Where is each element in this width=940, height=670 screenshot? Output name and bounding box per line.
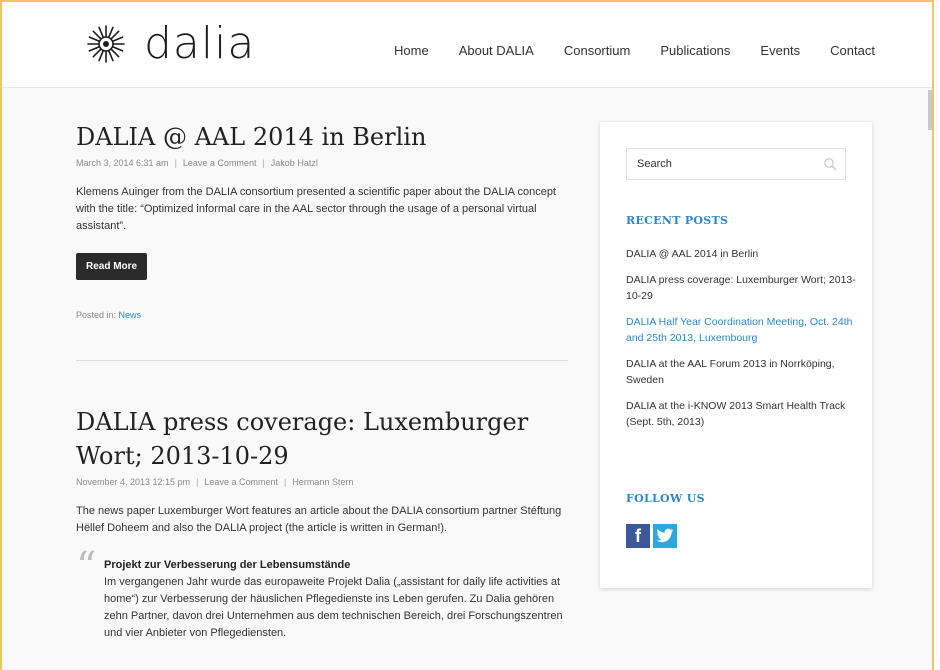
search-icon[interactable] [823, 157, 837, 171]
sunburst-logo-icon [87, 25, 125, 63]
recent-post-link[interactable]: DALIA press coverage: Luxemburger Wort; … [626, 272, 856, 304]
meta-separator: | [283, 477, 287, 487]
leave-comment-link[interactable]: Leave a Comment [204, 477, 278, 487]
category-link-news[interactable]: News [119, 310, 142, 320]
nav-consortium[interactable]: Consortium [564, 43, 630, 58]
post-title[interactable]: DALIA press coverage: Luxemburger Wort; … [76, 405, 568, 473]
facebook-icon[interactable]: f [626, 524, 650, 548]
recent-posts-title: RECENT POSTS [626, 214, 729, 227]
post-excerpt: The news paper Luxemburger Wort features… [76, 505, 562, 534]
sidebar: RECENT POSTS DALIA @ AAL 2014 in Berlin … [600, 122, 872, 588]
recent-posts-list: DALIA @ AAL 2014 in Berlin DALIA press c… [626, 246, 856, 440]
nav-home[interactable]: Home [394, 43, 429, 58]
meta-separator: | [196, 477, 199, 487]
site-logo[interactable]: dalia [86, 22, 255, 66]
follow-us-title: FOLLOW US [626, 492, 705, 505]
recent-post-link[interactable]: DALIA at the AAL Forum 2013 in Norrköpin… [626, 356, 856, 388]
post-2: DALIA press coverage: Luxemburger Wort; … [76, 405, 568, 642]
main-nav: Home About DALIA Consortium Publications… [394, 43, 905, 58]
post-date[interactable]: November 4, 2013 12:15 pm [76, 477, 190, 487]
twitter-bird-icon [656, 528, 674, 543]
post-author[interactable]: Jakob Hatzl [271, 158, 318, 168]
leave-comment-link[interactable]: Leave a Comment [183, 158, 257, 168]
quote-mark-icon: “ [76, 544, 97, 590]
site-header: dalia Home About DALIA Consortium Public… [2, 2, 932, 88]
post-1: DALIA @ AAL 2014 in Berlin March 3, 2014… [76, 120, 568, 320]
posted-in-label: Posted in: [76, 310, 117, 320]
nav-about[interactable]: About DALIA [459, 43, 534, 58]
post-meta: November 4, 2013 12:15 pm | Leave a Commen… [76, 477, 568, 487]
recent-post-link[interactable]: DALIA @ AAL 2014 in Berlin [626, 246, 856, 262]
browser-viewport: dalia Home About DALIA Consortium Public… [0, 0, 934, 670]
twitter-icon[interactable] [653, 524, 677, 548]
quote-title: Projekt zur Verbesserung der Lebensumstä… [104, 559, 351, 571]
recent-post-link[interactable]: DALIA at the i-KNOW 2013 Smart Health Tr… [626, 398, 856, 430]
article-quote: “ Projekt zur Verbesserung der Lebensums… [76, 547, 568, 642]
meta-separator: | [174, 158, 177, 168]
post-meta: March 3, 2014 6:31 am | Leave a Comment | Ja… [76, 158, 568, 168]
quote-body: Im vergangenen Jahr wurde das europaweit… [104, 576, 563, 639]
scrollbar-thumb[interactable] [928, 90, 932, 130]
read-more-button[interactable]: Read More [76, 253, 148, 280]
search-input[interactable] [627, 149, 817, 179]
nav-contact[interactable]: Contact [830, 43, 875, 58]
nav-publications[interactable]: Publications [660, 43, 730, 58]
logo-wordmark: dalia [144, 18, 256, 69]
social-links: f [626, 524, 677, 548]
meta-separator: | [262, 158, 265, 168]
recent-post-link[interactable]: DALIA Half Year Coordination Meeting, Oc… [626, 314, 856, 346]
main-content: DALIA @ AAL 2014 in Berlin March 3, 2014… [76, 120, 568, 642]
post-title[interactable]: DALIA @ AAL 2014 in Berlin [76, 120, 568, 154]
post-date[interactable]: March 3, 2014 6:31 am [76, 158, 169, 168]
post-author[interactable]: Hermann Stern [292, 477, 353, 487]
posted-in: Posted in: News [76, 310, 568, 320]
nav-events[interactable]: Events [760, 43, 800, 58]
search-box [626, 148, 846, 180]
post-divider [76, 360, 568, 361]
post-excerpt: Klemens Auinger from the DALIA consortiu… [76, 186, 556, 232]
